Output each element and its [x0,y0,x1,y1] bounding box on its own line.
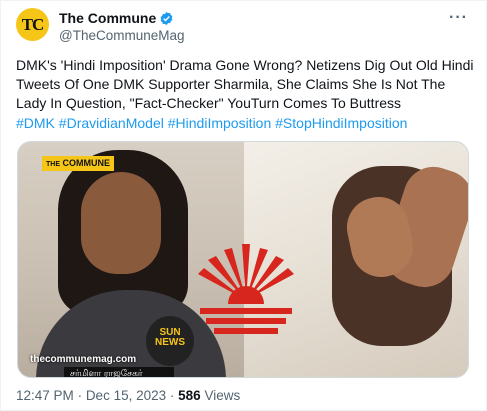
mic-label: SUN NEWS [152,328,188,348]
avatar-initials: TC [21,14,45,34]
tweet-date[interactable]: Dec 15, 2023 [86,388,166,403]
display-name[interactable]: The Commune [59,10,156,26]
tweet-media-image[interactable]: THE COMMUNE SUN NEWS thecommunemag.com ச… [17,141,469,378]
verified-badge-icon [160,11,173,25]
watermark-website: thecommunemag.com [30,354,137,365]
brand-badge: THE COMMUNE [42,156,115,171]
avatar[interactable]: TC [16,8,49,41]
rising-sun-logo-icon [198,244,294,334]
tweet-meta: 12:47 PM · Dec 15, 2023 · 586 Views [16,388,240,403]
tweet-text: DMK's 'Hindi Imposition' Drama Gone Wron… [16,56,476,133]
tweet-time[interactable]: 12:47 PM [16,388,74,403]
meta-separator: · [169,388,179,403]
caption-text: சர்மிளா ராஜசேகர் [70,368,143,378]
brand-badge-the: THE [46,161,60,168]
hashtag-link[interactable]: #StopHindiImposition [275,115,407,131]
hashtag-link[interactable]: #DravidianModel [59,115,164,131]
handle[interactable]: @TheCommuneMag [59,28,185,43]
hashtag-link[interactable]: #DMK [16,115,55,131]
brand-badge-name: COMMUNE [62,158,111,168]
views-count: 586 [178,388,201,403]
author-name-row: The Commune [59,10,174,26]
more-horizontal-icon[interactable]: ··· [449,9,468,27]
tweet-text-line: DMK's 'Hindi Imposition' Drama Gone Wron… [16,57,474,73]
tweet-text-line: Lady In Question, "Fact-Checker" YouTurn… [16,95,402,112]
mic-label-line: NEWS [155,337,185,348]
views-label: Views [204,388,241,403]
hashtag-link[interactable]: #HindiImposition [168,115,272,131]
person-face [81,172,161,274]
tweet-text-line: Tweets Of One DMK Supporter Sharmila, Sh… [16,76,446,93]
meta-separator: · [77,388,86,403]
tweet-card[interactable]: TC The Commune @TheCommuneMag ··· DMK's … [0,0,487,411]
hashtag-list: #DMK #DravidianModel #HindiImposition #S… [16,114,476,133]
